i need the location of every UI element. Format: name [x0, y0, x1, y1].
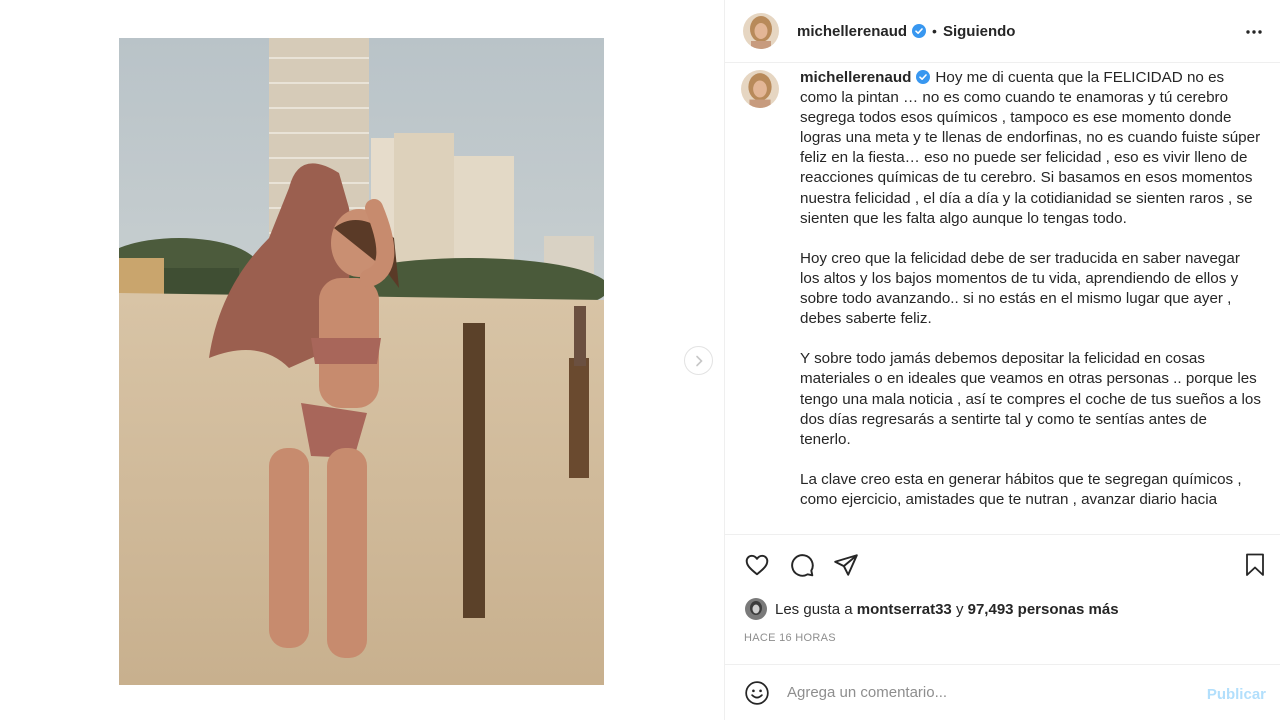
- liker-username[interactable]: montserrat33: [857, 601, 952, 618]
- bookmark-icon[interactable]: [1243, 552, 1267, 578]
- likes-summary: Les gusta a montserrat33 y 97,493 person…: [745, 598, 1119, 620]
- more-options-icon[interactable]: [1245, 23, 1263, 41]
- separator-dot: •: [932, 23, 937, 39]
- post-actions-bar: [725, 548, 1280, 584]
- post-photo[interactable]: [119, 38, 604, 685]
- author-avatar[interactable]: [743, 13, 779, 49]
- caption-username[interactable]: michellerenaud: [800, 69, 911, 86]
- post-header: michellerenaud • Siguiendo: [725, 0, 1280, 63]
- emoji-icon[interactable]: [744, 680, 770, 706]
- verified-badge-icon: [916, 70, 931, 84]
- caption-paragraph-text: Hoy me di cuenta que la FELICIDAD no es …: [800, 69, 1261, 227]
- post-side-panel: michellerenaud • Siguiendo michellerenau…: [724, 0, 1280, 720]
- beach-photo-illustration: [119, 38, 604, 685]
- caption-paragraph: La clave creo esta en generar hábitos qu…: [800, 470, 1242, 508]
- post-timestamp[interactable]: HACE 16 HORAS: [744, 632, 836, 644]
- comment-input[interactable]: [787, 684, 1177, 701]
- avatar-image: [745, 598, 767, 620]
- next-media-button[interactable]: [684, 346, 713, 375]
- comment-bubble-icon[interactable]: [789, 552, 815, 578]
- heart-icon[interactable]: [744, 552, 770, 578]
- caption-paragraph: Hoy creo que la felicidad debe de ser tr…: [800, 249, 1240, 328]
- caption-author-avatar[interactable]: [741, 70, 779, 108]
- likes-connector: y: [955, 600, 964, 618]
- paper-plane-icon[interactable]: [833, 552, 859, 578]
- verified-badge-icon: [912, 24, 927, 38]
- likes-prefix: Les gusta a: [775, 600, 853, 618]
- following-button[interactable]: Siguiendo: [943, 23, 1016, 40]
- post-media-pane: [0, 0, 724, 720]
- add-comment-bar: Publicar: [725, 664, 1280, 720]
- caption-scroll-area[interactable]: michellerenaud Hoy me di cuenta que la FE…: [725, 64, 1280, 535]
- publish-button[interactable]: Publicar: [1207, 686, 1266, 703]
- caption-paragraph: michellerenaud Hoy me di cuenta que la FE…: [800, 68, 1261, 229]
- caption-paragraph: Y sobre todo jamás debemos depositar la …: [800, 350, 1261, 448]
- avatar-image: [743, 13, 779, 49]
- likes-count[interactable]: 97,493 personas más: [968, 601, 1119, 618]
- caption-text: michellerenaud Hoy me di cuenta que la FE…: [800, 68, 1261, 530]
- avatar-image: [741, 70, 779, 108]
- caption-comment: michellerenaud Hoy me di cuenta que la FE…: [725, 64, 1280, 530]
- chevron-right-icon: [695, 355, 703, 366]
- liker-avatar[interactable]: [745, 598, 767, 620]
- author-username[interactable]: michellerenaud: [797, 23, 907, 40]
